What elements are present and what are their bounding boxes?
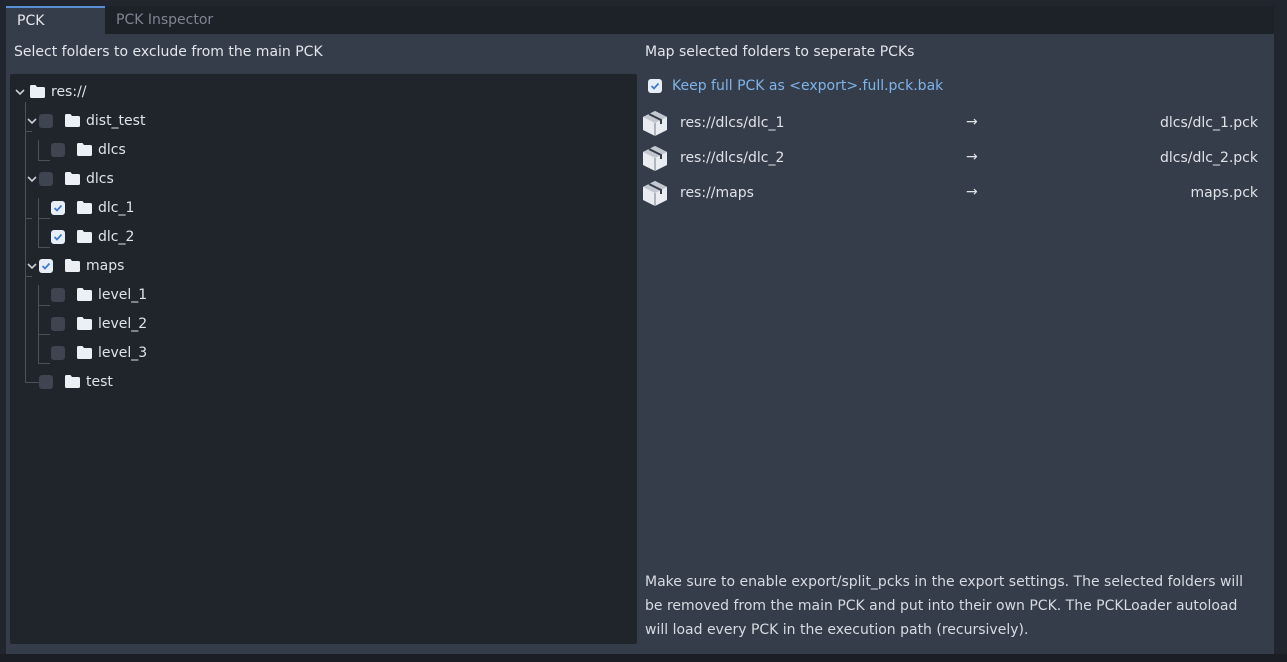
arrow-right-icon: →: [966, 149, 978, 165]
help-note: Make sure to enable export/split_pcks in…: [645, 574, 1244, 638]
tree-item-dist-test-dlcs[interactable]: dlcs: [51, 135, 126, 164]
mapping-target: dlcs/dlc_2.pck: [1159, 150, 1258, 166]
tab-bar: PCK Splitter PCK Inspector: [6, 6, 1274, 55]
folder-icon: [77, 317, 92, 330]
pck-splitter-panel: Select folders to exclude from the main …: [6, 34, 1274, 654]
tree-guide-line: [25, 102, 26, 383]
folder-tree[interactable]: res:// dist_test dlcs dlcs dlc_1 dlc_2 m…: [10, 74, 637, 644]
tree-item-dist-test[interactable]: dist_test: [39, 106, 145, 135]
arrow-right-icon: →: [966, 114, 978, 130]
tree-item-res-root[interactable]: res://: [30, 77, 87, 106]
tree-item-maps[interactable]: maps: [39, 251, 124, 280]
mapping-source: res://maps: [680, 185, 754, 201]
tree-guide-line: [38, 334, 50, 335]
tree-item-label: level_2: [98, 315, 148, 332]
tree-guide-line: [25, 131, 32, 132]
folder-icon: [65, 172, 80, 185]
keep-full-pck-label: Keep full PCK as <export>.full.pck.bak: [672, 78, 944, 94]
package-icon: [643, 111, 667, 136]
tree-item-label: maps: [86, 257, 125, 274]
exclude-checkbox[interactable]: [39, 171, 53, 186]
mapping-target: maps.pck: [1190, 185, 1258, 201]
checkmark-icon: [41, 262, 51, 270]
mapping-source: res://dlcs/dlc_2: [680, 150, 785, 166]
folder-icon: [77, 143, 92, 156]
tree-item-label: dlcs: [86, 170, 114, 187]
tree-guide-line: [38, 140, 39, 160]
keep-full-pck-option[interactable]: Keep full PCK as <export>.full.pck.bak: [648, 78, 943, 94]
bottom-border: [0, 654, 1287, 662]
exclude-checkbox-checked[interactable]: [39, 258, 53, 273]
folder-icon: [30, 85, 45, 98]
exclude-checkbox[interactable]: [51, 316, 65, 331]
tree-guide-line: [38, 285, 39, 363]
tree-item-dlcs[interactable]: dlcs: [39, 164, 114, 193]
chevron-down-icon[interactable]: [27, 116, 37, 126]
package-icon: [643, 181, 667, 206]
tab-pck-splitter[interactable]: PCK Splitter: [6, 6, 105, 55]
chevron-down-icon[interactable]: [27, 261, 37, 271]
exclude-checkbox[interactable]: [39, 374, 53, 389]
mapping-source: res://dlcs/dlc_1: [680, 115, 785, 131]
exclude-folders-heading: Select folders to exclude from the main …: [14, 44, 323, 60]
map-folders-heading: Map selected folders to seperate PCKs: [645, 44, 915, 60]
folder-icon: [65, 259, 80, 272]
tree-item-label: dist_test: [86, 112, 146, 129]
exclude-checkbox-checked[interactable]: [51, 229, 65, 244]
exclude-checkbox[interactable]: [51, 287, 65, 302]
arrow-right-icon: →: [966, 184, 978, 200]
editor-window: PCK Splitter PCK Inspector Select folder…: [0, 0, 1287, 662]
tree-item-label: dlc_2: [98, 228, 135, 245]
chevron-down-icon[interactable]: [27, 174, 37, 184]
tree-item-label: level_1: [98, 286, 148, 303]
tree-item-dlc-2[interactable]: dlc_2: [51, 222, 134, 251]
mapping-row[interactable]: res://dlcs/dlc_1 → dlcs/dlc_1.pck: [640, 106, 1264, 141]
tree-guide-line: [25, 218, 32, 219]
tree-item-test[interactable]: test: [39, 367, 113, 396]
tree-item-dlc-1[interactable]: dlc_1: [51, 193, 134, 222]
folder-icon: [77, 346, 92, 359]
mapping-row[interactable]: res://maps → maps.pck: [640, 176, 1264, 211]
tree-item-label: dlcs: [98, 141, 126, 158]
exclude-checkbox[interactable]: [51, 345, 65, 360]
tree-item-label: level_3: [98, 344, 148, 361]
tree-guide-line: [38, 247, 50, 248]
tree-guide-line: [25, 276, 32, 277]
keep-full-pck-checkbox[interactable]: [648, 79, 662, 93]
exclude-checkbox[interactable]: [51, 142, 65, 157]
tree-guide-line: [38, 160, 50, 161]
package-icon: [643, 146, 667, 171]
checkmark-icon: [53, 204, 63, 212]
exclude-checkbox[interactable]: [39, 113, 53, 128]
checkmark-icon: [650, 82, 660, 90]
checkmark-icon: [53, 233, 63, 241]
tree-item-label: res://: [51, 83, 87, 100]
tree-item-level-3[interactable]: level_3: [51, 338, 147, 367]
folder-icon: [77, 230, 92, 243]
tree-item-level-2[interactable]: level_2: [51, 309, 147, 338]
tree-item-label: test: [86, 373, 113, 390]
tree-guide-line: [38, 218, 50, 219]
tree-item-label: dlc_1: [98, 199, 135, 216]
folder-icon: [65, 375, 80, 388]
folder-icon: [77, 288, 92, 301]
tree-guide-line: [38, 305, 50, 306]
tab-pck-inspector[interactable]: PCK Inspector: [105, 6, 225, 34]
chevron-down-icon[interactable]: [15, 87, 25, 97]
mapping-row[interactable]: res://dlcs/dlc_2 → dlcs/dlc_2.pck: [640, 141, 1264, 176]
tree-guide-line: [38, 363, 50, 364]
tree-item-level-1[interactable]: level_1: [51, 280, 147, 309]
folder-icon: [65, 114, 80, 127]
folder-icon: [77, 201, 92, 214]
tree-guide-line: [38, 198, 39, 247]
mapping-target: dlcs/dlc_1.pck: [1159, 115, 1258, 131]
exclude-checkbox-checked[interactable]: [51, 200, 65, 215]
